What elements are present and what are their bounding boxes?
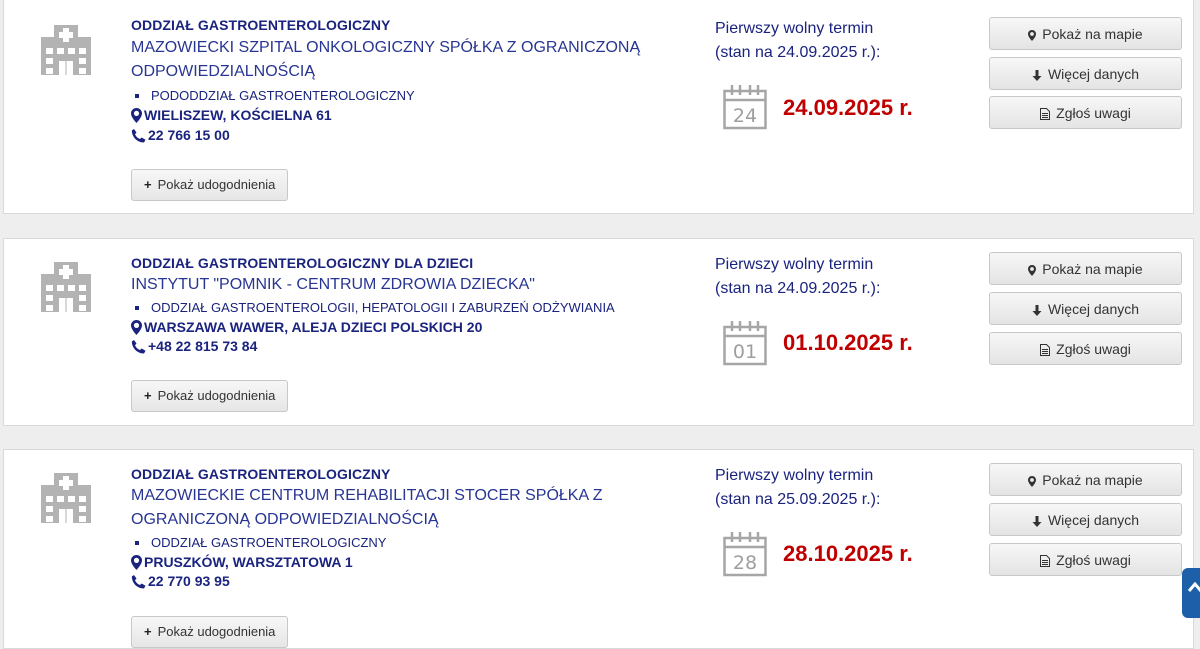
subunit-item: ODDZIAŁ GASTROENTEROLOGICZNY xyxy=(135,535,386,550)
hospital-building-icon xyxy=(41,262,91,312)
show-amenities-button[interactable]: + Pokaż udogodnienia xyxy=(131,616,289,648)
facility-name-link[interactable]: INSTYTUT "POMNIK - CENTRUM ZDROWIA DZIEC… xyxy=(131,273,651,297)
first-term-label-line2: (stan na 24.09.2025 r.): xyxy=(715,280,881,297)
first-term-label-line2: (stan na 25.09.2025 r.): xyxy=(715,491,881,508)
chevron-up-icon xyxy=(1188,582,1200,592)
plus-icon: + xyxy=(144,177,152,192)
subunit-name: PODODDZIAŁ GASTROENTEROLOGICZNY xyxy=(151,88,415,103)
arrow-down-icon xyxy=(1032,61,1042,92)
show-on-map-label: Pokaż na mapie xyxy=(1042,261,1143,277)
show-on-map-button[interactable]: Pokaż na mapie xyxy=(989,17,1182,50)
show-on-map-label: Pokaż na mapie xyxy=(1042,472,1143,488)
ward-name: ODDZIAŁ GASTROENTEROLOGICZNY xyxy=(131,466,391,482)
phone-number: 22 770 93 95 xyxy=(148,573,230,589)
address-text: PRUSZKÓW, WARSZTATOWA 1 xyxy=(144,554,353,570)
first-term-label-line2: (stan na 24.09.2025 r.): xyxy=(715,44,881,61)
calendar-icon: 24 xyxy=(723,85,767,130)
phone-number: 22 766 15 00 xyxy=(148,127,230,143)
show-on-map-button[interactable]: Pokaż na mapie xyxy=(989,252,1182,285)
map-marker-icon xyxy=(131,108,142,123)
report-remarks-button[interactable]: Zgłoś uwagi xyxy=(989,332,1182,365)
map-marker-icon xyxy=(131,555,142,570)
first-term-label: Pierwszy wolny termin (stan na 25.09.202… xyxy=(715,464,880,512)
phone: 22 766 15 00 xyxy=(131,127,230,143)
first-term-date: 24.09.2025 r. xyxy=(783,95,913,120)
show-amenities-button[interactable]: + Pokaż udogodnienia xyxy=(131,169,289,201)
report-remarks-button[interactable]: Zgłoś uwagi xyxy=(989,543,1182,576)
subunit-item: PODODDZIAŁ GASTROENTEROLOGICZNY xyxy=(135,88,415,103)
first-term-date: 28.10.2025 r. xyxy=(783,541,913,566)
document-icon xyxy=(1040,100,1051,131)
address: PRUSZKÓW, WARSZTATOWA 1 xyxy=(131,554,353,570)
show-amenities-label: Pokaż udogodnienia xyxy=(157,624,276,639)
show-on-map-button[interactable]: Pokaż na mapie xyxy=(989,463,1182,496)
address-text: WIELISZEW, KOŚCIELNA 61 xyxy=(144,107,332,123)
arrow-down-icon xyxy=(1032,296,1042,327)
first-term-label: Pierwszy wolny termin (stan na 24.09.202… xyxy=(715,253,880,301)
report-remarks-label: Zgłoś uwagi xyxy=(1056,552,1131,568)
result-card: ODDZIAŁ GASTROENTEROLOGICZNY MAZOWIECKIE… xyxy=(3,449,1194,649)
first-term-label-line1: Pierwszy wolny termin xyxy=(715,256,874,273)
report-remarks-button[interactable]: Zgłoś uwagi xyxy=(989,96,1182,129)
result-card: ODDZIAŁ GASTROENTEROLOGICZNY DLA DZIECI … xyxy=(3,238,1194,426)
bullet-icon xyxy=(135,93,139,98)
phone-icon xyxy=(131,129,146,143)
address: WARSZAWA WAWER, ALEJA DZIECI POLSKICH 20 xyxy=(131,319,482,335)
scroll-to-top-button[interactable] xyxy=(1182,568,1200,618)
plus-icon: + xyxy=(144,388,152,403)
more-data-button[interactable]: Więcej danych xyxy=(989,503,1182,536)
report-remarks-label: Zgłoś uwagi xyxy=(1056,105,1131,121)
subunit-name: ODDZIAŁ GASTROENTEROLOGII, HEPATOLOGII I… xyxy=(151,300,615,315)
subunit-name: ODDZIAŁ GASTROENTEROLOGICZNY xyxy=(151,535,387,550)
ward-name: ODDZIAŁ GASTROENTEROLOGICZNY xyxy=(131,17,391,33)
more-data-button[interactable]: Więcej danych xyxy=(989,292,1182,325)
first-term-label-line1: Pierwszy wolny termin xyxy=(715,467,874,484)
more-data-label: Więcej danych xyxy=(1047,512,1140,528)
first-term-date: 01.10.2025 r. xyxy=(783,330,913,355)
more-data-label: Więcej danych xyxy=(1047,66,1140,82)
facility-name-link[interactable]: MAZOWIECKIE CENTRUM REHABILITACJI STOCER… xyxy=(131,484,651,532)
document-icon xyxy=(1040,547,1051,578)
more-data-button[interactable]: Więcej danych xyxy=(989,57,1182,90)
calendar-day: 24 xyxy=(733,105,757,127)
bullet-icon xyxy=(135,305,139,310)
calendar-icon: 28 xyxy=(723,532,767,577)
phone-icon xyxy=(131,575,146,589)
map-marker-icon xyxy=(131,320,142,335)
document-icon xyxy=(1040,336,1051,367)
more-data-label: Więcej danych xyxy=(1047,301,1140,317)
first-term-label-line1: Pierwszy wolny termin xyxy=(715,20,874,37)
arrow-down-icon xyxy=(1032,507,1042,538)
bullet-icon xyxy=(135,540,139,545)
hospital-building-icon xyxy=(41,473,91,523)
result-card: ODDZIAŁ GASTROENTEROLOGICZNY MAZOWIECKI … xyxy=(3,0,1194,214)
show-amenities-button[interactable]: + Pokaż udogodnienia xyxy=(131,380,289,412)
hospital-building-icon xyxy=(41,25,91,75)
phone-icon xyxy=(131,340,146,354)
show-on-map-label: Pokaż na mapie xyxy=(1042,26,1143,42)
first-term-label: Pierwszy wolny termin (stan na 24.09.202… xyxy=(715,17,880,65)
address-text: WARSZAWA WAWER, ALEJA DZIECI POLSKICH 20 xyxy=(144,319,483,335)
map-marker-icon xyxy=(1028,467,1037,498)
show-amenities-label: Pokaż udogodnienia xyxy=(157,388,276,403)
subunit-item: ODDZIAŁ GASTROENTEROLOGII, HEPATOLOGII I… xyxy=(135,300,615,315)
phone: 22 770 93 95 xyxy=(131,573,230,589)
facility-name-link[interactable]: MAZOWIECKI SZPITAL ONKOLOGICZNY SPÓŁKA Z… xyxy=(131,36,651,84)
calendar-day: 01 xyxy=(733,341,757,363)
plus-icon: + xyxy=(144,624,152,639)
phone: +48 22 815 73 84 xyxy=(131,338,257,354)
map-marker-icon xyxy=(1028,256,1037,287)
report-remarks-label: Zgłoś uwagi xyxy=(1056,341,1131,357)
show-amenities-label: Pokaż udogodnienia xyxy=(157,177,276,192)
map-marker-icon xyxy=(1028,21,1037,52)
calendar-day: 28 xyxy=(733,552,757,574)
ward-name: ODDZIAŁ GASTROENTEROLOGICZNY DLA DZIECI xyxy=(131,255,474,271)
calendar-icon: 01 xyxy=(723,321,767,366)
address: WIELISZEW, KOŚCIELNA 61 xyxy=(131,107,332,123)
phone-number: +48 22 815 73 84 xyxy=(148,338,258,354)
